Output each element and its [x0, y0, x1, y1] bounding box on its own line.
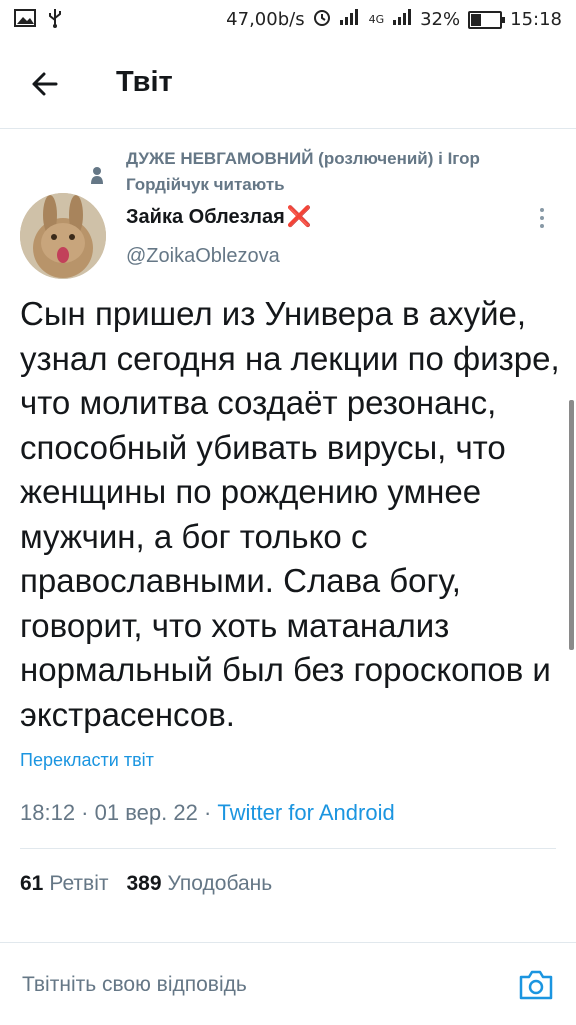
camera-button[interactable]: [518, 969, 554, 1001]
likes-count: 389: [126, 872, 162, 895]
tweet-stats: 61 Ретвіт 389 Уподобань: [20, 872, 272, 896]
tweet-source-link[interactable]: Twitter for Android: [217, 800, 394, 825]
author-name[interactable]: Зайка Облезлая ❌: [126, 204, 312, 229]
signal-icon-2: [392, 9, 412, 30]
alarm-icon: [313, 8, 331, 31]
header: Твіт: [0, 40, 576, 129]
reply-input[interactable]: Твітніть свою відповідь: [22, 973, 247, 997]
back-button[interactable]: [26, 64, 66, 104]
reply-bar: Твітніть свою відповідь: [0, 942, 576, 1025]
more-options-button[interactable]: [536, 206, 548, 230]
network-type: 4G: [368, 13, 385, 26]
tweet-time: 18:12: [20, 800, 76, 825]
battery-percent: 32%: [420, 9, 461, 30]
page-title: Твіт: [116, 66, 173, 98]
tweet-text: Сын пришел из Универа в ахуйе, узнал сег…: [20, 295, 560, 733]
likes-label: Уподобань: [167, 872, 273, 895]
scrollbar[interactable]: [569, 400, 574, 650]
avatar[interactable]: [20, 193, 106, 279]
tweet-date: 01 вер. 22: [94, 800, 198, 825]
network-speed: 47,00b/s: [226, 9, 305, 30]
translate-link[interactable]: Перекласти твіт: [20, 750, 154, 771]
author-name-text: Зайка Облезлая: [126, 206, 285, 228]
status-bar: 47,00b/s 4G 32% 15:18: [0, 0, 576, 40]
clock: 15:18: [510, 9, 562, 30]
retweets-stat[interactable]: 61 Ретвіт: [20, 872, 108, 895]
likes-stat[interactable]: 389 Уподобань: [126, 872, 272, 895]
author-handle[interactable]: @ZoikaOblezova: [126, 245, 280, 268]
social-context[interactable]: ДУЖЕ НЕВГАМОВНИЙ (розлючений) і Ігор Гор…: [126, 146, 556, 198]
retweets-label: Ретвіт: [49, 872, 109, 895]
divider: [20, 848, 556, 849]
more-vertical-icon: [540, 208, 544, 212]
cross-mark-emoji: ❌: [286, 206, 312, 228]
signal-icon: [339, 9, 361, 30]
person-icon: [90, 166, 104, 186]
usb-icon: [48, 8, 62, 33]
arrow-left-icon: [32, 72, 58, 96]
retweets-count: 61: [20, 872, 44, 895]
battery-icon: [468, 10, 506, 29]
image-icon: [14, 9, 36, 32]
tweet-meta: 18:12 · 01 вер. 22 · Twitter for Android: [20, 800, 395, 825]
camera-icon: [519, 970, 553, 1000]
